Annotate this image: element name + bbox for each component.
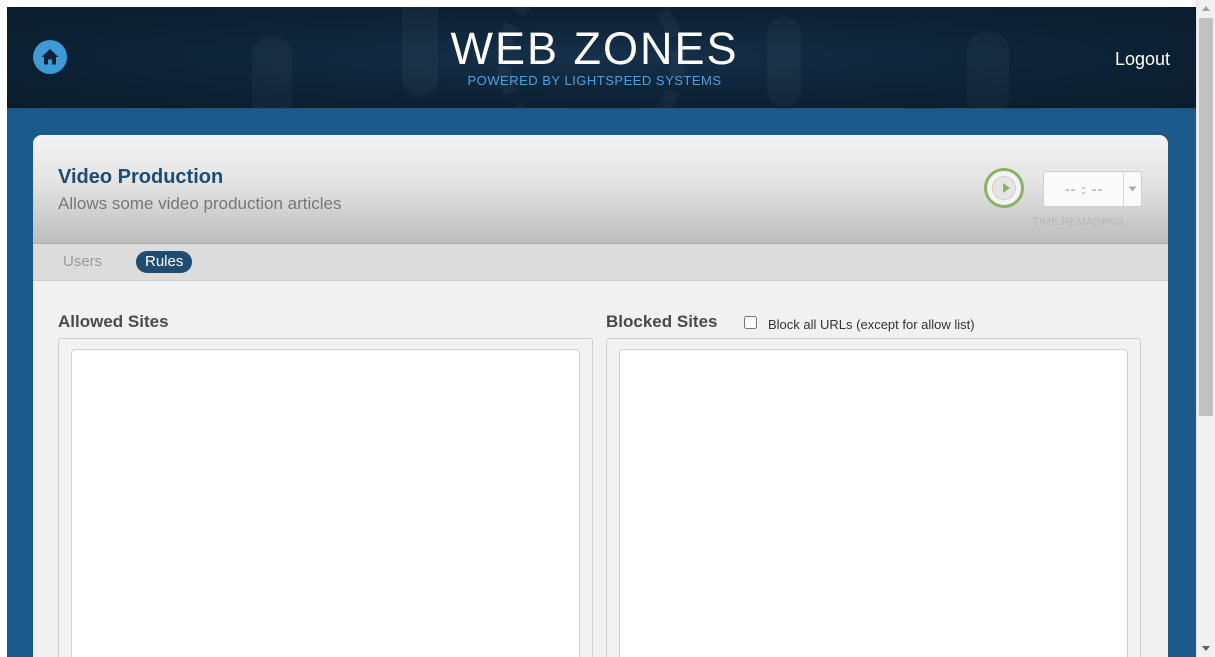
blocked-sites-panel xyxy=(606,338,1141,657)
scroll-up-button[interactable] xyxy=(1197,0,1215,17)
blocked-sites-input[interactable] xyxy=(619,349,1128,657)
allowed-sites-input[interactable] xyxy=(71,349,580,657)
home-button[interactable] xyxy=(33,40,67,74)
allowed-sites-panel xyxy=(58,338,593,657)
block-all-urls-checkbox[interactable] xyxy=(744,316,757,329)
zone-card: Video Production Allows some video produ… xyxy=(33,135,1168,657)
scroll-thumb[interactable] xyxy=(1199,18,1213,416)
time-select-caret[interactable] xyxy=(1123,172,1141,206)
header-decoration xyxy=(252,37,292,108)
arrow-down-icon xyxy=(1202,646,1210,651)
page-scrollbar[interactable] xyxy=(1196,0,1215,657)
brand-logo: WEB ZONES POWERED BY LIGHTSPEED SYSTEMS xyxy=(357,25,832,88)
tab-rules[interactable]: Rules xyxy=(136,251,193,273)
page: WEB ZONES POWERED BY LIGHTSPEED SYSTEMS … xyxy=(0,0,1196,657)
brand-subtitle: POWERED BY LIGHTSPEED SYSTEMS xyxy=(467,73,722,88)
time-remaining-select[interactable]: -- : -- xyxy=(1043,171,1142,207)
time-remaining-value: -- : -- xyxy=(1064,181,1104,197)
brand-title: WEB ZONES xyxy=(450,23,739,74)
zone-card-header: Video Production Allows some video produ… xyxy=(33,135,1168,244)
play-icon xyxy=(1003,183,1010,193)
caret-down-icon xyxy=(1128,186,1137,192)
header-decoration xyxy=(967,32,1009,108)
zone-description: Allows some video production articles xyxy=(58,194,342,213)
block-all-urls-label: Block all URLs (except for allow list) xyxy=(768,317,975,332)
zone-tabs: Users Rules xyxy=(33,244,1168,281)
scroll-down-button[interactable] xyxy=(1197,640,1215,657)
allowed-sites-label: Allowed Sites xyxy=(58,312,169,331)
tab-users[interactable]: Users xyxy=(63,253,102,270)
time-remaining-label: TIME REMAINING xyxy=(1032,216,1124,228)
home-icon xyxy=(41,49,59,65)
app-header: WEB ZONES POWERED BY LIGHTSPEED SYSTEMS … xyxy=(7,7,1196,109)
blocked-sites-label: Blocked Sites xyxy=(606,312,718,331)
start-timer-button[interactable] xyxy=(984,168,1024,208)
zone-title: Video Production xyxy=(58,166,224,188)
logout-link[interactable]: Logout xyxy=(1115,49,1170,70)
browser-viewport: WEB ZONES POWERED BY LIGHTSPEED SYSTEMS … xyxy=(0,0,1215,657)
arrow-up-icon xyxy=(1202,6,1210,11)
